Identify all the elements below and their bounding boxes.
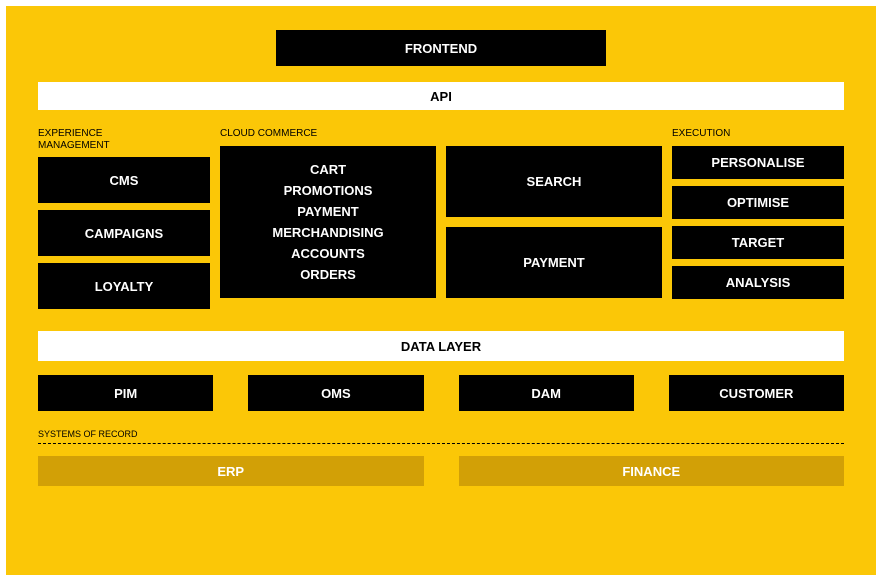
records-row: ERP FINANCE <box>38 456 844 486</box>
experience-management-label: EXPERIENCE MANAGEMENT <box>38 128 210 151</box>
cloud-commerce-payment: PAYMENT <box>297 204 358 219</box>
systems-row: PIM OMS DAM CUSTOMER <box>38 375 844 411</box>
search-box: SEARCH <box>446 146 662 217</box>
architecture-diagram: FRONTEND API EXPERIENCE MANAGEMENT CMS C… <box>6 6 876 575</box>
cloud-commerce-merchandising: MERCHANDISING <box>272 225 383 240</box>
cloud-commerce-right-column: . SEARCH PAYMENT <box>446 128 662 309</box>
cms-box: CMS <box>38 157 210 203</box>
api-box: API <box>38 82 844 110</box>
personalise-box: PERSONALISE <box>672 146 844 179</box>
data-layer-box: DATA LAYER <box>38 331 844 361</box>
dam-box: DAM <box>459 375 634 411</box>
cloud-commerce-accounts: ACCOUNTS <box>291 246 365 261</box>
middle-row: EXPERIENCE MANAGEMENT CMS CAMPAIGNS LOYA… <box>38 128 844 309</box>
customer-box: CUSTOMER <box>669 375 844 411</box>
experience-column: EXPERIENCE MANAGEMENT CMS CAMPAIGNS LOYA… <box>38 128 210 309</box>
cloud-commerce-orders: ORDERS <box>300 267 356 282</box>
execution-label: EXECUTION <box>672 128 844 140</box>
cloud-commerce-left-column: CLOUD COMMERCE CART PROMOTIONS PAYMENT M… <box>220 128 436 309</box>
erp-box: ERP <box>38 456 424 486</box>
cloud-commerce-list-box: CART PROMOTIONS PAYMENT MERCHANDISING AC… <box>220 146 436 298</box>
finance-box: FINANCE <box>459 456 845 486</box>
optimise-box: OPTIMISE <box>672 186 844 219</box>
execution-column: EXECUTION PERSONALISE OPTIMISE TARGET AN… <box>672 128 844 309</box>
loyalty-box: LOYALTY <box>38 263 210 309</box>
cloud-commerce-cart: CART <box>310 162 346 177</box>
systems-of-record-divider <box>38 443 844 444</box>
systems-of-record-label: SYSTEMS OF RECORD <box>38 429 844 439</box>
target-box: TARGET <box>672 226 844 259</box>
analysis-box: ANALYSIS <box>672 266 844 299</box>
oms-box: OMS <box>248 375 423 411</box>
payment-box: PAYMENT <box>446 227 662 298</box>
pim-box: PIM <box>38 375 213 411</box>
frontend-box: FRONTEND <box>276 30 606 66</box>
cloud-commerce-promotions: PROMOTIONS <box>284 183 373 198</box>
cloud-commerce-label: CLOUD COMMERCE <box>220 128 436 140</box>
campaigns-box: CAMPAIGNS <box>38 210 210 256</box>
